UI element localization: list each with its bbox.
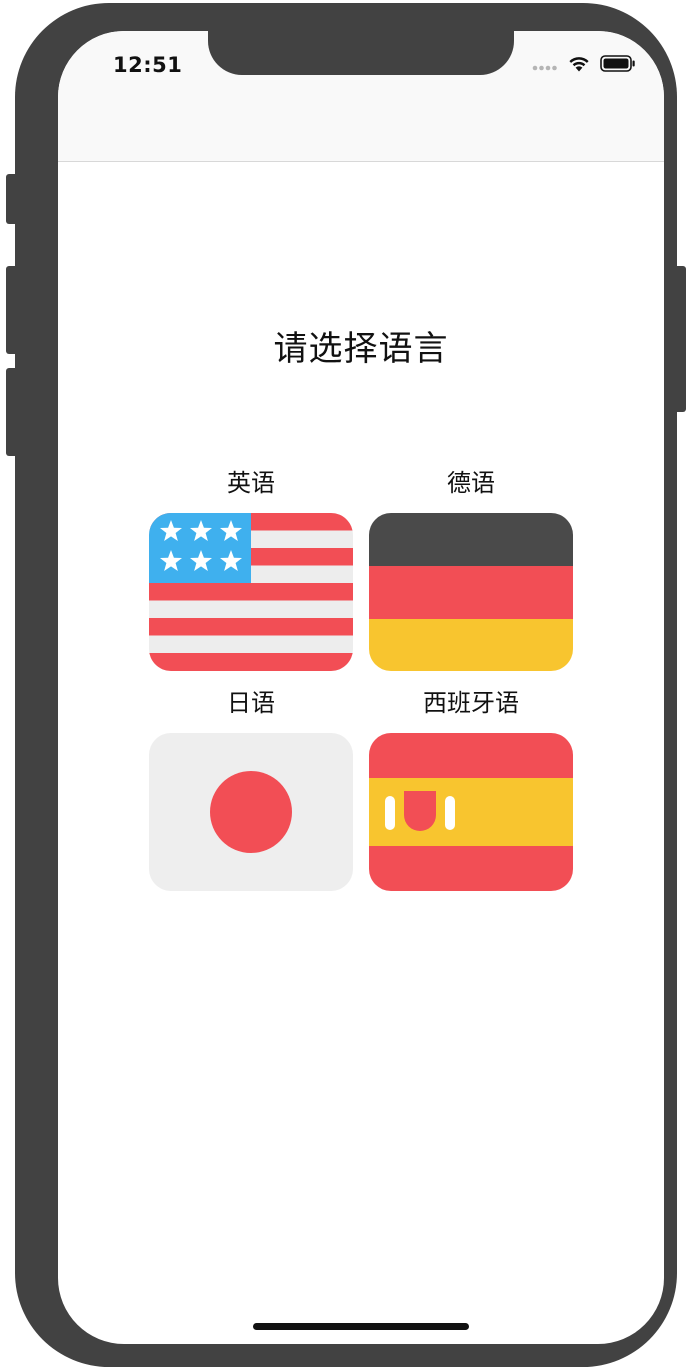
spain-flag-icon[interactable] <box>369 733 573 891</box>
screen: 12:51 请选择语言 英语 德语 日语 西班牙语 <box>58 31 664 1344</box>
status-time: 12:51 <box>113 53 183 77</box>
language-label: 日语 <box>227 689 275 717</box>
wifi-icon <box>568 55 590 76</box>
notch <box>208 31 514 75</box>
phone-frame: 12:51 请选择语言 英语 德语 日语 西班牙语 <box>15 3 677 1367</box>
language-label: 英语 <box>227 469 275 497</box>
signal-icon <box>532 56 558 75</box>
home-indicator[interactable] <box>253 1323 469 1330</box>
germany-flag-icon[interactable] <box>369 513 573 671</box>
japan-flag-icon[interactable] <box>149 733 353 891</box>
usa-flag-icon[interactable] <box>149 513 353 671</box>
status-icons <box>532 55 636 76</box>
battery-icon <box>600 55 636 76</box>
language-label: 德语 <box>447 469 495 497</box>
language-label: 西班牙语 <box>423 689 519 717</box>
page-title: 请选择语言 <box>273 329 449 369</box>
